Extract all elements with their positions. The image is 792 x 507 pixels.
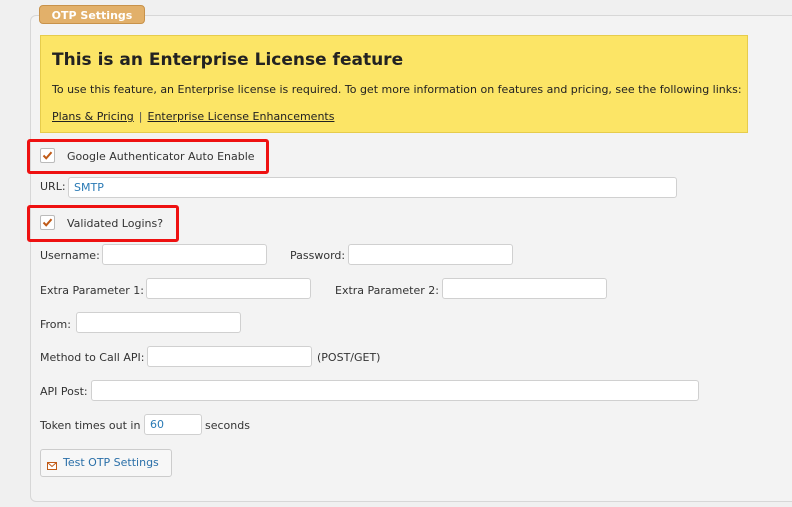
plans-pricing-link[interactable]: Plans & Pricing <box>52 110 134 123</box>
url-input[interactable] <box>68 177 677 198</box>
google-auth-label: Google Authenticator Auto Enable <box>67 150 255 163</box>
test-otp-settings-button[interactable]: Test OTP Settings <box>40 449 172 477</box>
test-otp-settings-label: Test OTP Settings <box>63 456 159 469</box>
fieldset-legend: OTP Settings <box>39 5 145 24</box>
enterprise-notice: This is an Enterprise License feature To… <box>40 35 748 133</box>
token-label: Token times out in <box>40 419 141 432</box>
enterprise-enhancements-link[interactable]: Enterprise License Enhancements <box>148 110 335 123</box>
link-separator: | <box>138 110 143 123</box>
url-label: URL: <box>40 180 66 193</box>
api-post-input[interactable] <box>91 380 699 401</box>
from-label: From: <box>40 318 71 331</box>
validated-logins-checkbox[interactable] <box>40 215 55 230</box>
from-input[interactable] <box>76 312 241 333</box>
method-hint: (POST/GET) <box>317 351 381 364</box>
api-post-label: API Post: <box>40 385 88 398</box>
checkmark-icon <box>42 151 53 160</box>
notice-description: To use this feature, an Enterprise licen… <box>52 83 742 96</box>
method-input[interactable] <box>147 346 312 367</box>
extra-param-2-input[interactable] <box>442 278 607 299</box>
notice-links: Plans & Pricing | Enterprise License Enhan… <box>52 110 334 123</box>
google-auth-checkbox[interactable] <box>40 148 55 163</box>
validated-logins-label: Validated Logins? <box>67 217 164 230</box>
username-label: Username: <box>40 249 100 262</box>
method-label: Method to Call API: <box>40 351 145 364</box>
mail-icon <box>47 460 57 473</box>
checkmark-icon <box>42 218 53 227</box>
extra-param-1-label: Extra Parameter 1: <box>40 284 144 297</box>
password-input[interactable] <box>348 244 513 265</box>
token-unit: seconds <box>205 419 250 432</box>
extra-param-1-input[interactable] <box>146 278 311 299</box>
username-input[interactable] <box>102 244 267 265</box>
notice-title: This is an Enterprise License feature <box>52 50 404 70</box>
password-label: Password: <box>290 249 346 262</box>
token-timeout-input[interactable] <box>144 414 202 435</box>
extra-param-2-label: Extra Parameter 2: <box>335 284 439 297</box>
